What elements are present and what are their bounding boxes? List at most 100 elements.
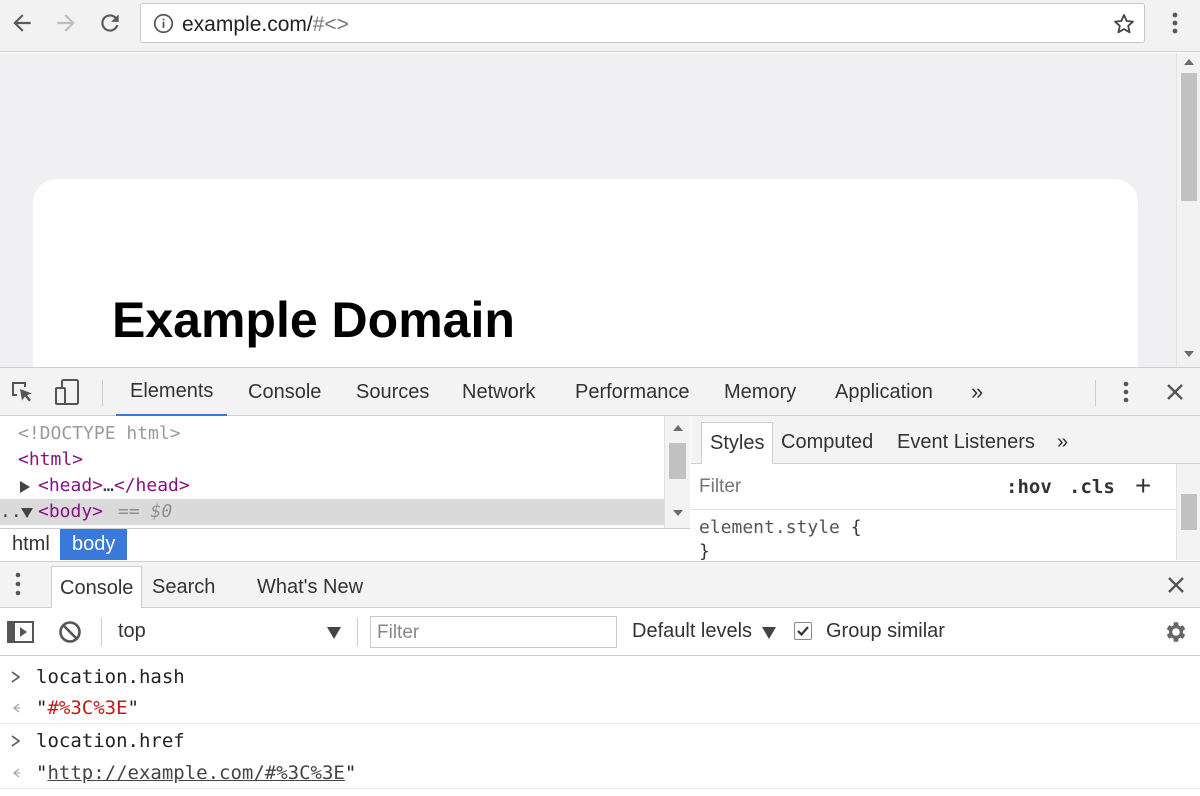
body-open-tag: <body> [38,501,104,522]
dom-node-body[interactable]: ... <body> == $0 [0,499,664,525]
url-text[interactable]: example.com/#<> [182,13,349,37]
device-toolbar-icon[interactable] [54,378,82,406]
toolbar-divider [357,618,358,646]
result-string: #%3C%3E [47,697,128,719]
dom-node-doctype[interactable]: <!DOCTYPE html> [0,421,664,447]
collapse-icon[interactable] [21,508,33,518]
gear-icon[interactable] [1163,619,1189,650]
console-filter-input[interactable]: Filter [370,616,617,648]
tab-event-listeners[interactable]: Event Listeners [889,422,1043,464]
more-tabs-icon[interactable]: » [971,379,983,405]
console-result: "http://example.com/#%3C%3E" [36,762,356,784]
quote-open: " [36,697,48,719]
rule-selector: element.style [699,517,840,538]
clear-console-icon[interactable] [58,620,82,649]
console-filter-placeholder: Filter [377,622,420,643]
forward-icon[interactable] [49,6,83,40]
url-fragment: #<> [312,13,349,36]
styles-filter-input[interactable]: Filter [699,476,741,498]
close-drawer-icon[interactable] [1166,575,1186,600]
scroll-up-icon[interactable] [1184,59,1194,65]
head-open-tag: <head> [38,475,104,496]
devtools-menu-icon[interactable] [1112,378,1140,406]
drawer-tab-whats-new[interactable]: What's New [249,566,371,609]
more-tabs-icon[interactable]: » [1049,422,1076,464]
console-input-line[interactable]: location.hash [0,661,1200,693]
context-select[interactable]: top [118,620,146,643]
group-similar-label[interactable]: Group similar [826,620,945,643]
result-prompt-icon [6,763,26,783]
styles-tabbar: Styles Computed Event Listeners » [691,416,1200,464]
console-output: location.hash "#%3C%3E" location.href "h… [0,657,1200,796]
hover-state-toggle[interactable]: :hov [1006,476,1052,498]
tab-console[interactable]: Console [248,368,321,416]
back-icon[interactable] [5,6,39,40]
tab-computed[interactable]: Computed [773,422,881,464]
show-sidebar-icon[interactable] [7,620,35,649]
rule-close-brace: } [699,541,710,560]
drawer-tab-console[interactable]: Console [51,566,143,609]
console-result: "#%3C%3E" [36,697,139,719]
page-scrollbar[interactable] [1176,53,1200,367]
tab-memory[interactable]: Memory [724,368,796,416]
drawer-tab-search[interactable]: Search [144,566,223,609]
page-heading: Example Domain [112,292,515,348]
result-link[interactable]: http://example.com/#%3C%3E [47,762,344,784]
breadcrumb-body[interactable]: body [60,529,128,560]
dom-tree-scrollbar[interactable] [664,416,690,528]
breadcrumb: html body [0,528,690,560]
menu-icon[interactable] [1160,6,1190,40]
console-result-line[interactable]: "http://example.com/#%3C%3E" [0,757,1200,789]
scroll-down-icon[interactable] [673,510,683,516]
tab-sources[interactable]: Sources [356,368,429,416]
head-collapsed: <head>…</head> [38,473,190,499]
input-prompt-icon [6,667,26,687]
chevron-down-icon[interactable] [762,627,776,639]
scroll-up-icon[interactable] [673,425,683,431]
info-icon[interactable] [153,13,174,34]
console-command: location.hash [36,666,185,688]
chevron-down-icon[interactable] [327,627,341,639]
collapsed-ellipsis[interactable]: … [103,475,114,496]
scroll-thumb[interactable] [1181,494,1197,530]
dom-tree: <!DOCTYPE html> <html> <head>…</head> ..… [0,416,664,528]
console-command: location.href [36,730,185,752]
styles-filter-bar: Filter :hov .cls + [691,464,1176,510]
console-result-line[interactable]: "#%3C%3E" [0,692,1200,724]
rule-open-brace: { [850,517,862,538]
class-toggle[interactable]: .cls [1069,476,1115,498]
tab-performance[interactable]: Performance [575,368,690,416]
doctype-text: <!DOCTYPE html> [18,423,181,444]
address-bar[interactable]: example.com/#<> [140,3,1145,43]
star-icon[interactable] [1112,12,1136,36]
console-toolbar: top Filter Default levels Group similar [0,608,1200,656]
scroll-thumb[interactable] [669,443,686,479]
inspect-element-icon[interactable] [8,378,36,406]
scroll-down-icon[interactable] [1184,351,1194,357]
drawer-menu-icon[interactable] [15,572,21,601]
dom-node-html[interactable]: <html> [0,447,664,473]
elements-panel: <!DOCTYPE html> <html> <head>…</head> ..… [0,416,690,560]
style-rule[interactable]: element.style { } [699,516,862,560]
html-open-tag: <html> [18,449,84,470]
styles-pane: Styles Computed Event Listeners » Filter… [691,416,1200,560]
scroll-thumb[interactable] [1181,73,1197,201]
tab-elements[interactable]: Elements [116,368,228,416]
breadcrumb-html[interactable]: html [0,529,62,560]
toolbar-divider [102,380,103,406]
group-similar-checkbox[interactable] [794,622,812,640]
reload-icon[interactable] [93,6,127,40]
expand-icon[interactable] [20,481,30,493]
dom-node-head[interactable]: <head>…</head> [0,473,664,499]
devtools-tabbar: Elements Console Sources Network Perform… [0,367,1200,416]
tab-styles[interactable]: Styles [701,422,774,464]
log-levels-select[interactable]: Default levels [632,620,752,643]
quote-open: " [36,762,48,784]
add-rule-icon[interactable]: + [1135,470,1151,502]
tab-application[interactable]: Application [835,368,933,416]
head-close-tag: </head> [113,475,190,496]
styles-scrollbar[interactable] [1176,464,1200,560]
close-devtools-icon[interactable] [1161,378,1189,406]
console-input-line[interactable]: location.href [0,725,1200,757]
tab-network[interactable]: Network [462,368,535,416]
